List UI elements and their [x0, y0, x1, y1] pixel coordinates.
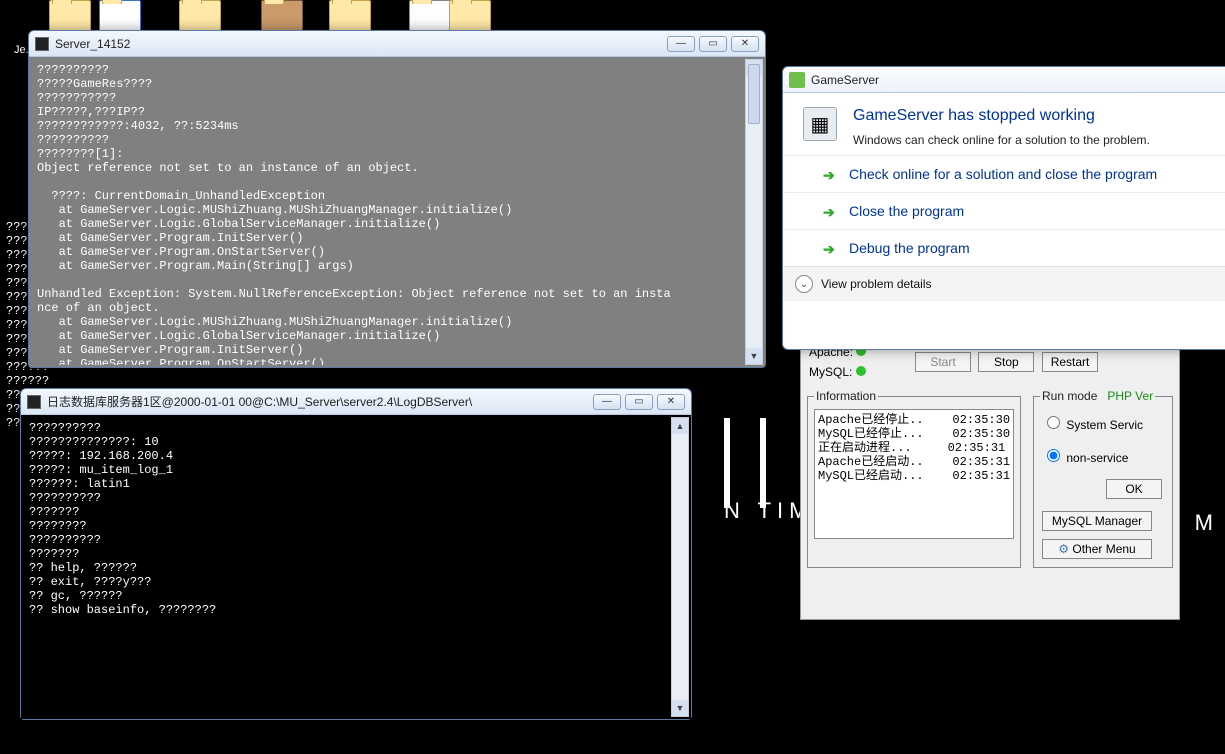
restart-button[interactable]: Restart	[1042, 352, 1099, 372]
start-button[interactable]: Start	[915, 352, 971, 372]
error-subtext: Windows can check online for a solution …	[853, 133, 1217, 147]
window-title: Server_14152	[55, 37, 130, 51]
ok-button[interactable]: OK	[1106, 479, 1162, 499]
mysql-label: MySQL:	[809, 365, 852, 379]
other-menu-button[interactable]: ⚙ Other Menu	[1042, 539, 1152, 559]
console-output: ?????????? ??????????????: 10 ?????: 192…	[23, 417, 671, 717]
maximize-button[interactable]: ▭	[625, 394, 653, 410]
mysql-manager-button[interactable]: MySQL Manager	[1042, 511, 1152, 531]
error-dialog: GameServer ▦ GameServer has stopped work…	[782, 66, 1225, 350]
dialog-title: GameServer	[811, 73, 879, 87]
server-window: Server_14152 — ▭ ✕ ?????????? ?????GameR…	[28, 30, 766, 368]
maximize-button[interactable]: ▭	[699, 36, 727, 52]
info-list: Apache已经停止.. 02:35:30 MySQL已经停止... 02:35…	[814, 409, 1014, 539]
option-close-program[interactable]: ➔ Close the program	[783, 192, 1225, 229]
wallpaper-text: M	[1195, 510, 1219, 536]
titlebar[interactable]: Server_14152 — ▭ ✕	[29, 31, 765, 57]
status-dot-mysql	[856, 366, 866, 376]
program-icon: ▦	[803, 107, 837, 141]
console-icon	[35, 37, 49, 51]
minimize-button[interactable]: —	[667, 36, 695, 52]
chevron-down-icon: ⌄	[795, 275, 813, 293]
info-legend: Information	[814, 389, 878, 403]
logdb-window: 日志数据库服务器1区@2000-01-01 00@C:\MU_Server\se…	[20, 388, 692, 720]
scroll-up-icon[interactable]: ▲	[672, 418, 688, 434]
radio-non-service[interactable]: non-service	[1042, 451, 1128, 465]
close-button[interactable]: ✕	[657, 394, 685, 410]
view-details[interactable]: ⌄ View problem details	[783, 266, 1225, 301]
php-panel: Apache: MySQL: Start Stop Restart Inform…	[800, 340, 1180, 620]
scrollbar[interactable]: ▲ ▼	[671, 417, 689, 717]
scroll-down-icon[interactable]: ▼	[672, 700, 688, 716]
option-check-online[interactable]: ➔ Check online for a solution and close …	[783, 155, 1225, 192]
minimize-button[interactable]: —	[593, 394, 621, 410]
arrow-icon: ➔	[823, 204, 837, 218]
scrollbar[interactable]: ▲ ▼	[745, 59, 763, 365]
arrow-icon: ➔	[823, 241, 837, 255]
desktop: Je... N TIME M ?????????????????????????…	[0, 0, 1225, 754]
php-ver-label: PHP Ver	[1107, 389, 1153, 403]
window-title: 日志数据库服务器1区@2000-01-01 00@C:\MU_Server\se…	[47, 393, 472, 410]
option-debug-program[interactable]: ➔ Debug the program	[783, 229, 1225, 266]
run-mode-legend: Run mode	[1042, 389, 1097, 403]
app-icon	[789, 72, 805, 88]
error-heading: GameServer has stopped working	[853, 107, 1217, 125]
titlebar[interactable]: 日志数据库服务器1区@2000-01-01 00@C:\MU_Server\se…	[21, 389, 691, 415]
radio-system-service[interactable]: System Servic	[1042, 418, 1143, 432]
console-output: ?????????? ?????GameRes???? ??????????? …	[31, 59, 745, 365]
console-icon	[27, 395, 41, 409]
gear-icon: ⚙	[1058, 542, 1069, 556]
close-button[interactable]: ✕	[731, 36, 759, 52]
scroll-thumb[interactable]	[748, 64, 760, 124]
stop-button[interactable]: Stop	[978, 352, 1034, 372]
arrow-icon: ➔	[823, 167, 837, 181]
titlebar[interactable]: GameServer	[783, 67, 1225, 93]
scroll-down-icon[interactable]: ▼	[746, 348, 762, 364]
